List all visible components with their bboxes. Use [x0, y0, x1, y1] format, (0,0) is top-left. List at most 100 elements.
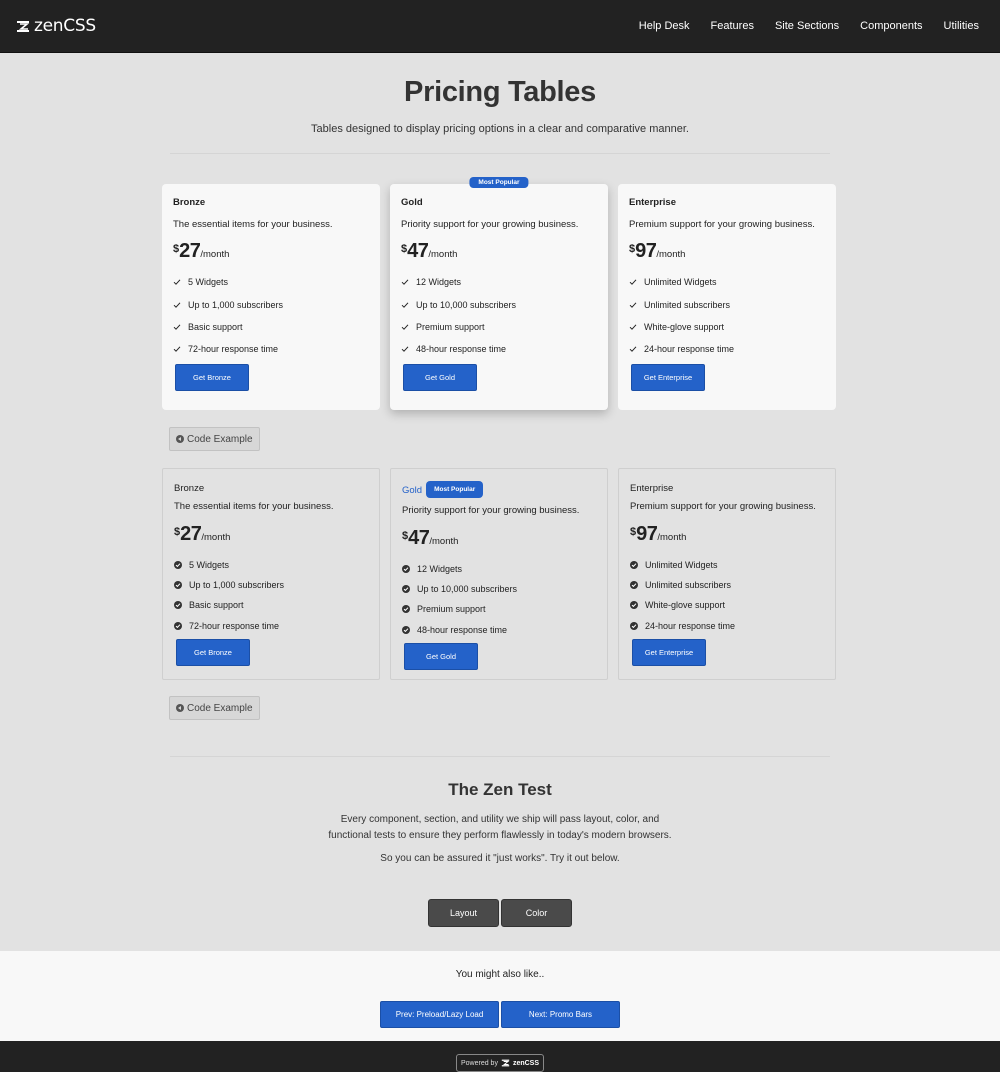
- feature-label: White-glove support: [644, 321, 725, 332]
- price-amount: 97: [636, 523, 658, 545]
- feature-item: Up to 1,000 subscribers: [174, 575, 368, 595]
- main-nav: Help Desk Features Site Sections Compone…: [628, 20, 984, 32]
- feature-item: 12 Widgets: [402, 559, 596, 579]
- get-bronze-button[interactable]: Get Bronze: [176, 638, 250, 666]
- plan-price: $47/month: [402, 527, 596, 551]
- pricing-card-gold: Gold Most Popular Priority support for yo…: [390, 468, 608, 680]
- brand-logo[interactable]: zenCSS: [16, 16, 96, 36]
- get-enterprise-button[interactable]: Get Enterprise: [631, 363, 705, 391]
- get-enterprise-button[interactable]: Get Enterprise: [632, 638, 706, 666]
- next-button[interactable]: Next: Promo Bars: [501, 1001, 620, 1028]
- feature-label: 72-hour response time: [188, 344, 279, 355]
- feature-list: 12 Widgets Up to 10,000 subscribers Prem…: [401, 271, 597, 361]
- get-gold-button[interactable]: Get Gold: [404, 642, 478, 670]
- price-amount: 47: [408, 527, 430, 549]
- zen-text-line: Every component, section, and utility we…: [340, 814, 660, 825]
- feature-item: 24-hour response time: [630, 616, 824, 636]
- feature-item: 48-hour response time: [401, 338, 597, 360]
- feature-label: Up to 10,000 subscribers: [417, 584, 518, 595]
- feature-label: Premium support: [417, 604, 486, 615]
- price-amount: 97: [635, 240, 657, 262]
- check-icon: [173, 278, 181, 286]
- check-circle-icon: [402, 585, 410, 594]
- feature-list: 12 Widgets Up to 10,000 subscribers Prem…: [402, 559, 596, 640]
- get-gold-button[interactable]: Get Gold: [403, 363, 477, 391]
- price-period: /month: [657, 532, 687, 543]
- plan-description: Priority support for your growing busine…: [402, 505, 580, 516]
- price-period: /month: [656, 249, 686, 260]
- price-amount: 27: [179, 240, 201, 262]
- feature-item: 5 Widgets: [174, 555, 368, 575]
- plan-name: Gold: [401, 197, 423, 208]
- code-example-button[interactable]: Code Example: [169, 427, 260, 451]
- get-bronze-button[interactable]: Get Bronze: [175, 363, 249, 391]
- expand-icon: [176, 704, 184, 712]
- feature-label: Unlimited subscribers: [644, 299, 731, 310]
- pricing-grid-elevated: Bronze The essential items for your busi…: [162, 177, 838, 410]
- check-circle-icon: [630, 581, 638, 590]
- pricing-card-bronze: Bronze The essential items for your busi…: [162, 468, 380, 680]
- price-currency: $: [629, 243, 636, 255]
- check-circle-icon: [630, 601, 638, 610]
- check-circle-icon: [402, 605, 410, 614]
- feature-label: Up to 1,000 subscribers: [189, 580, 285, 591]
- code-example-label: Code Example: [187, 433, 253, 445]
- feature-item: Basic support: [174, 595, 368, 615]
- feature-item: Unlimited Widgets: [630, 555, 824, 575]
- plan-description: Priority support for your growing busine…: [401, 219, 579, 230]
- feature-list: Unlimited Widgets Unlimited subscribers …: [630, 555, 824, 636]
- check-circle-icon: [402, 565, 410, 574]
- zen-title: The Zen Test: [448, 780, 552, 799]
- check-icon: [629, 301, 637, 309]
- divider: [170, 756, 830, 757]
- nav-components[interactable]: Components: [850, 20, 933, 32]
- expand-icon: [176, 435, 184, 443]
- plan-name-text: Gold: [402, 485, 423, 497]
- most-popular-badge: Most Popular: [469, 177, 529, 188]
- check-circle-icon: [174, 601, 182, 610]
- divider: [170, 153, 830, 154]
- feature-item: Up to 10,000 subscribers: [402, 579, 596, 599]
- feature-list: Unlimited Widgets Unlimited subscribers …: [629, 271, 825, 361]
- plan-price: $97/month: [629, 240, 825, 264]
- price-currency: $: [630, 526, 637, 538]
- plan-description: Premium support for your growing busines…: [629, 219, 815, 230]
- prev-button[interactable]: Prev: Preload/Lazy Load: [380, 1001, 499, 1028]
- plan-name: Enterprise: [630, 483, 674, 494]
- check-icon: [401, 278, 409, 286]
- code-example-row: Code Example: [162, 696, 838, 720]
- color-test-button[interactable]: Color: [501, 899, 572, 927]
- feature-label: Up to 1,000 subscribers: [188, 299, 284, 310]
- price-period: /month: [428, 249, 458, 260]
- feature-item: 24-hour response time: [629, 338, 825, 360]
- pricing-grid-bordered: Bronze The essential items for your busi…: [162, 468, 838, 680]
- plan-description: The essential items for your business.: [174, 501, 334, 512]
- powered-by-badge[interactable]: Powered by zenCSS: [455, 1054, 545, 1072]
- page-title: Pricing Tables: [404, 76, 596, 108]
- check-icon: [629, 278, 637, 286]
- layout-test-button[interactable]: Layout: [428, 899, 499, 927]
- nav-features[interactable]: Features: [700, 20, 764, 32]
- check-circle-icon: [174, 621, 182, 630]
- check-circle-icon: [630, 621, 638, 630]
- feature-label: 48-hour response time: [416, 344, 507, 355]
- check-icon: [401, 301, 409, 309]
- nav-utilities[interactable]: Utilities: [933, 20, 984, 32]
- feature-list: 5 Widgets Up to 1,000 subscribers Basic …: [173, 271, 369, 361]
- feature-label: 72-hour response time: [189, 620, 280, 631]
- feature-item: Premium support: [402, 599, 596, 619]
- code-example-button[interactable]: Code Example: [169, 696, 260, 720]
- feature-item: Up to 1,000 subscribers: [173, 293, 369, 315]
- check-circle-icon: [174, 561, 182, 570]
- nav-help-desk[interactable]: Help Desk: [628, 20, 700, 32]
- plan-name: Bronze: [174, 483, 205, 494]
- zen-test-section: The Zen Test Every component, section, a…: [0, 756, 1000, 951]
- plan-name: Enterprise: [629, 197, 676, 208]
- pricing-card-enterprise: Enterprise Premium support for your grow…: [618, 184, 836, 410]
- feature-item: 48-hour response time: [402, 620, 596, 640]
- feature-label: 12 Widgets: [417, 564, 463, 575]
- price-amount: 47: [407, 240, 429, 262]
- feature-item: 72-hour response time: [174, 616, 368, 636]
- nav-site-sections[interactable]: Site Sections: [764, 20, 849, 32]
- feature-label: 12 Widgets: [416, 277, 462, 288]
